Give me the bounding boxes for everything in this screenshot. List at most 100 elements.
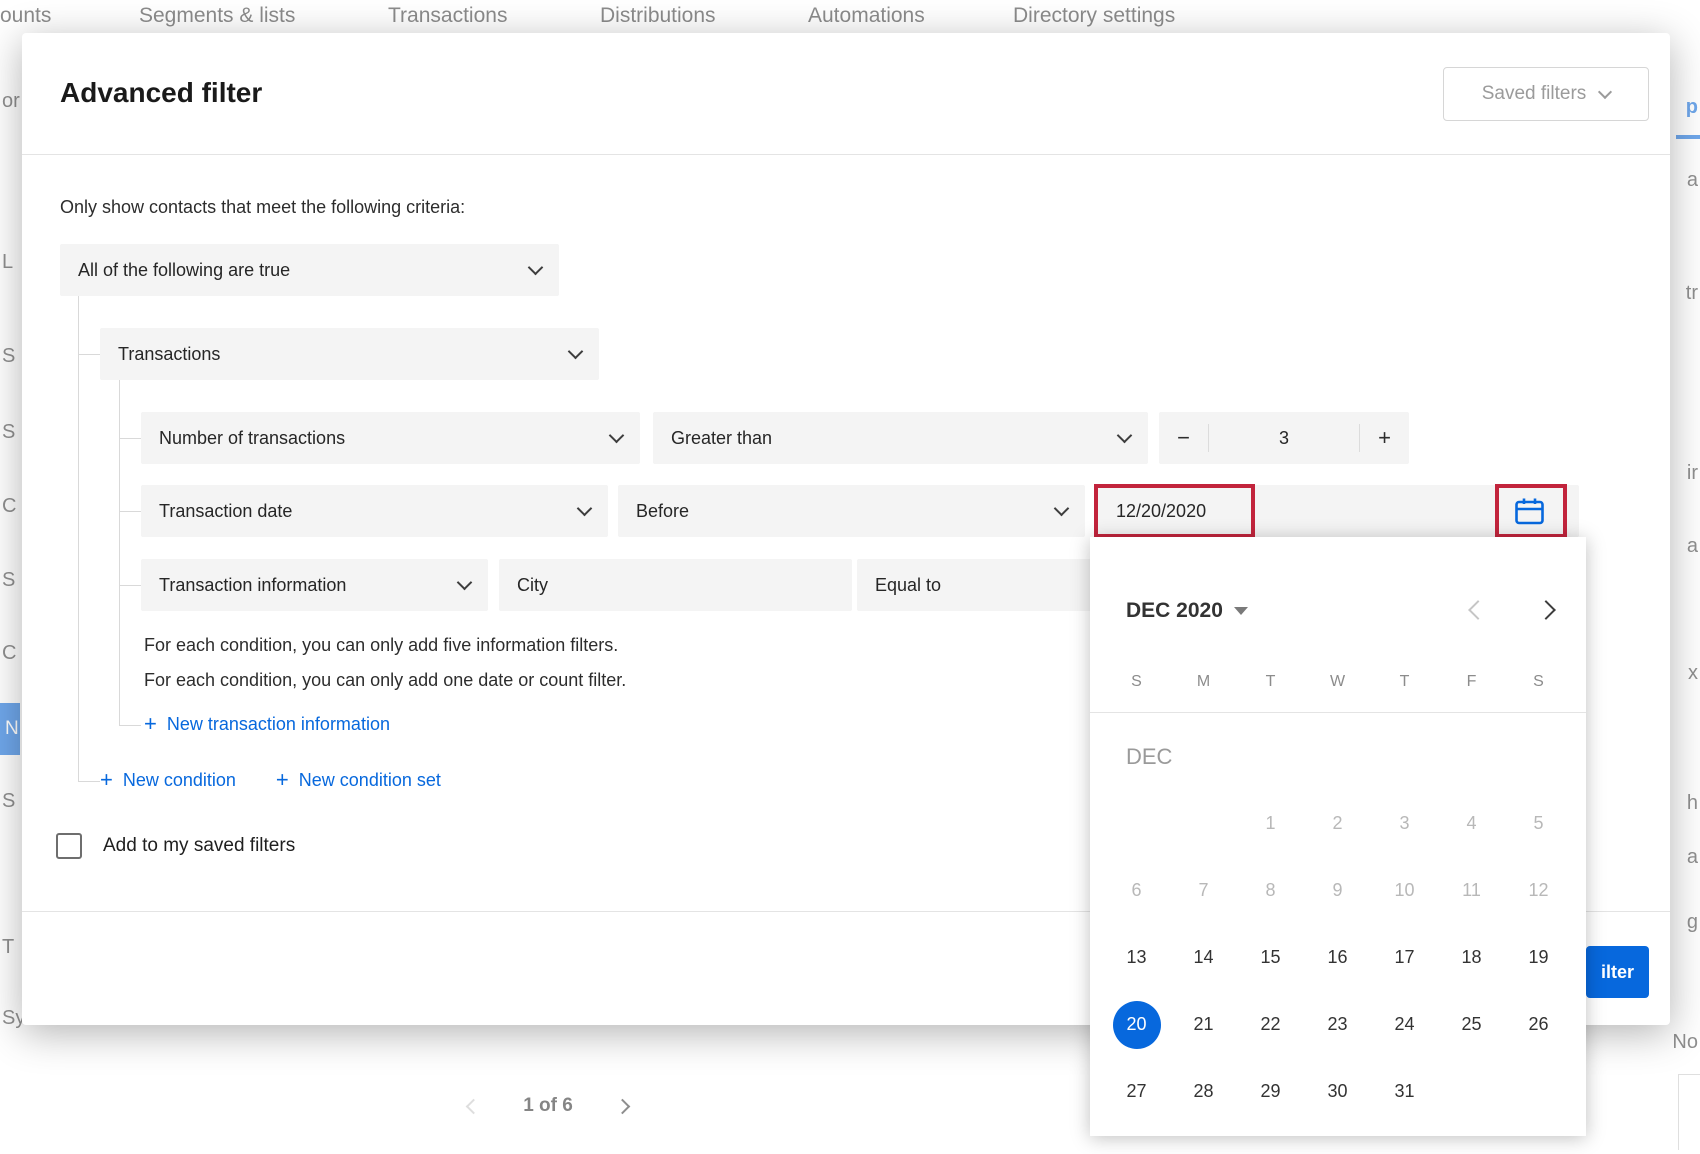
group-logic-dropdown[interactable]: All of the following are true <box>60 244 559 296</box>
calendar-day[interactable]: 1 <box>1237 790 1304 857</box>
calendar-day[interactable]: 28 <box>1170 1058 1237 1125</box>
new-condition-link[interactable]: + New condition <box>100 769 236 791</box>
link-label: New condition set <box>299 770 441 791</box>
weekday-label: S <box>1103 673 1170 691</box>
save-filter-row: Add to my saved filters <box>56 833 295 859</box>
calendar-day[interactable]: 8 <box>1237 857 1304 924</box>
calendar-day[interactable]: 26 <box>1505 991 1572 1058</box>
filter-operator-dropdown[interactable]: Before <box>618 485 1085 537</box>
info-text: For each condition, you can only add fiv… <box>144 635 618 656</box>
calendar-icon[interactable] <box>1513 496 1546 526</box>
calendar-day[interactable]: 10 <box>1371 857 1438 924</box>
link-label: New transaction information <box>167 714 390 735</box>
calendar-weekday-row: SMTWTFS <box>1103 673 1572 691</box>
calendar-day[interactable]: 16 <box>1304 924 1371 991</box>
calendar-grid: 1234567891011121314151617181920212223242… <box>1103 790 1572 1125</box>
calendar-day[interactable]: 19 <box>1505 924 1572 991</box>
calendar-empty-cell <box>1438 1058 1505 1125</box>
calendar-day[interactable]: 25 <box>1438 991 1505 1058</box>
apply-filter-button[interactable]: ilter <box>1586 946 1649 998</box>
calendar-day[interactable]: 31 <box>1371 1058 1438 1125</box>
chevron-down-icon <box>1117 428 1133 444</box>
weekday-label: T <box>1237 673 1304 691</box>
filter-field-dropdown[interactable]: Transaction information <box>141 559 488 611</box>
date-input[interactable]: 12/20/2020 <box>1096 485 1579 537</box>
stepper-increment-button[interactable]: + <box>1360 425 1409 451</box>
chevron-left-icon <box>1468 600 1488 620</box>
calendar-prev-month-button <box>1471 603 1485 622</box>
plus-icon: + <box>144 713 157 735</box>
calendar-day[interactable]: 17 <box>1371 924 1438 991</box>
calendar-day[interactable]: 29 <box>1237 1058 1304 1125</box>
add-to-saved-filters-checkbox[interactable] <box>56 833 82 859</box>
information-field-value: City <box>517 575 548 596</box>
condition-links-row: + New condition + New condition set <box>100 769 441 791</box>
plus-icon: + <box>100 769 113 791</box>
chevron-right-icon <box>1536 600 1556 620</box>
condition-source-dropdown[interactable]: Transactions <box>100 328 599 380</box>
calendar-day[interactable]: 30 <box>1304 1058 1371 1125</box>
calendar-next-month-button[interactable] <box>1539 603 1553 622</box>
tree-connector <box>119 380 120 725</box>
calendar-day[interactable]: 14 <box>1170 924 1237 991</box>
new-condition-set-link[interactable]: + New condition set <box>276 769 441 791</box>
calendar-empty-cell <box>1170 790 1237 857</box>
plus-icon: + <box>276 769 289 791</box>
calendar-day[interactable]: 6 <box>1103 857 1170 924</box>
date-picker-popup: DEC 2020 SMTWTFS DEC 1234567891011121314… <box>1090 537 1586 1136</box>
calendar-day[interactable]: 3 <box>1371 790 1438 857</box>
filter-field-value: Transaction date <box>159 501 292 522</box>
calendar-day[interactable]: 2 <box>1304 790 1371 857</box>
checkbox-label: Add to my saved filters <box>103 835 295 857</box>
chevron-down-icon <box>577 501 593 517</box>
calendar-day[interactable]: 24 <box>1371 991 1438 1058</box>
calendar-day[interactable]: 18 <box>1438 924 1505 991</box>
stepper-value[interactable]: 3 <box>1209 428 1359 449</box>
tree-connector <box>78 354 100 355</box>
calendar-day[interactable]: 22 <box>1237 991 1304 1058</box>
page: ountsSegments & listsTransactionsDistrib… <box>0 0 1700 1154</box>
calendar-day[interactable]: 5 <box>1505 790 1572 857</box>
calendar-selected-day: 20 <box>1113 1001 1161 1049</box>
chevron-down-icon <box>457 575 473 591</box>
calendar-day[interactable]: 20 <box>1103 991 1170 1058</box>
calendar-day[interactable]: 4 <box>1438 790 1505 857</box>
weekday-label: M <box>1170 673 1237 691</box>
count-stepper: − 3 + <box>1159 412 1409 464</box>
tree-connector <box>119 725 141 726</box>
calendar-day[interactable]: 21 <box>1170 991 1237 1058</box>
filter-operator-dropdown[interactable]: Greater than <box>653 412 1148 464</box>
tree-connector <box>119 585 141 586</box>
filter-field-dropdown[interactable]: Transaction date <box>141 485 608 537</box>
link-label: New condition <box>123 770 236 791</box>
weekday-label: F <box>1438 673 1505 691</box>
tree-connector <box>119 438 141 439</box>
weekday-label: W <box>1304 673 1371 691</box>
calendar-day[interactable]: 27 <box>1103 1058 1170 1125</box>
tree-connector <box>78 296 79 781</box>
filter-field-value: Transaction information <box>159 575 346 596</box>
information-field-dropdown[interactable]: City <box>499 559 852 611</box>
modal-title: Advanced filter <box>60 77 262 109</box>
weekday-label: S <box>1505 673 1572 691</box>
filter-field-value: Number of transactions <box>159 428 345 449</box>
calendar-empty-cell <box>1103 790 1170 857</box>
calendar-day[interactable]: 15 <box>1237 924 1304 991</box>
weekday-label: T <box>1371 673 1438 691</box>
calendar-day[interactable]: 12 <box>1505 857 1572 924</box>
saved-filters-button[interactable]: Saved filters <box>1443 67 1649 121</box>
stepper-decrement-button[interactable]: − <box>1159 425 1208 451</box>
calendar-month-selector[interactable]: DEC 2020 <box>1126 599 1248 623</box>
new-transaction-information-link[interactable]: + New transaction information <box>144 713 390 735</box>
group-logic-value: All of the following are true <box>78 260 290 281</box>
calendar-day[interactable]: 11 <box>1438 857 1505 924</box>
filter-field-dropdown[interactable]: Number of transactions <box>141 412 640 464</box>
calendar-day[interactable]: 9 <box>1304 857 1371 924</box>
calendar-day[interactable]: 23 <box>1304 991 1371 1058</box>
chevron-down-icon <box>528 260 544 276</box>
calendar-day[interactable]: 7 <box>1170 857 1237 924</box>
condition-source-value: Transactions <box>118 344 220 365</box>
calendar-month-label: DEC 2020 <box>1126 599 1223 623</box>
header-divider <box>22 154 1670 155</box>
calendar-day[interactable]: 13 <box>1103 924 1170 991</box>
